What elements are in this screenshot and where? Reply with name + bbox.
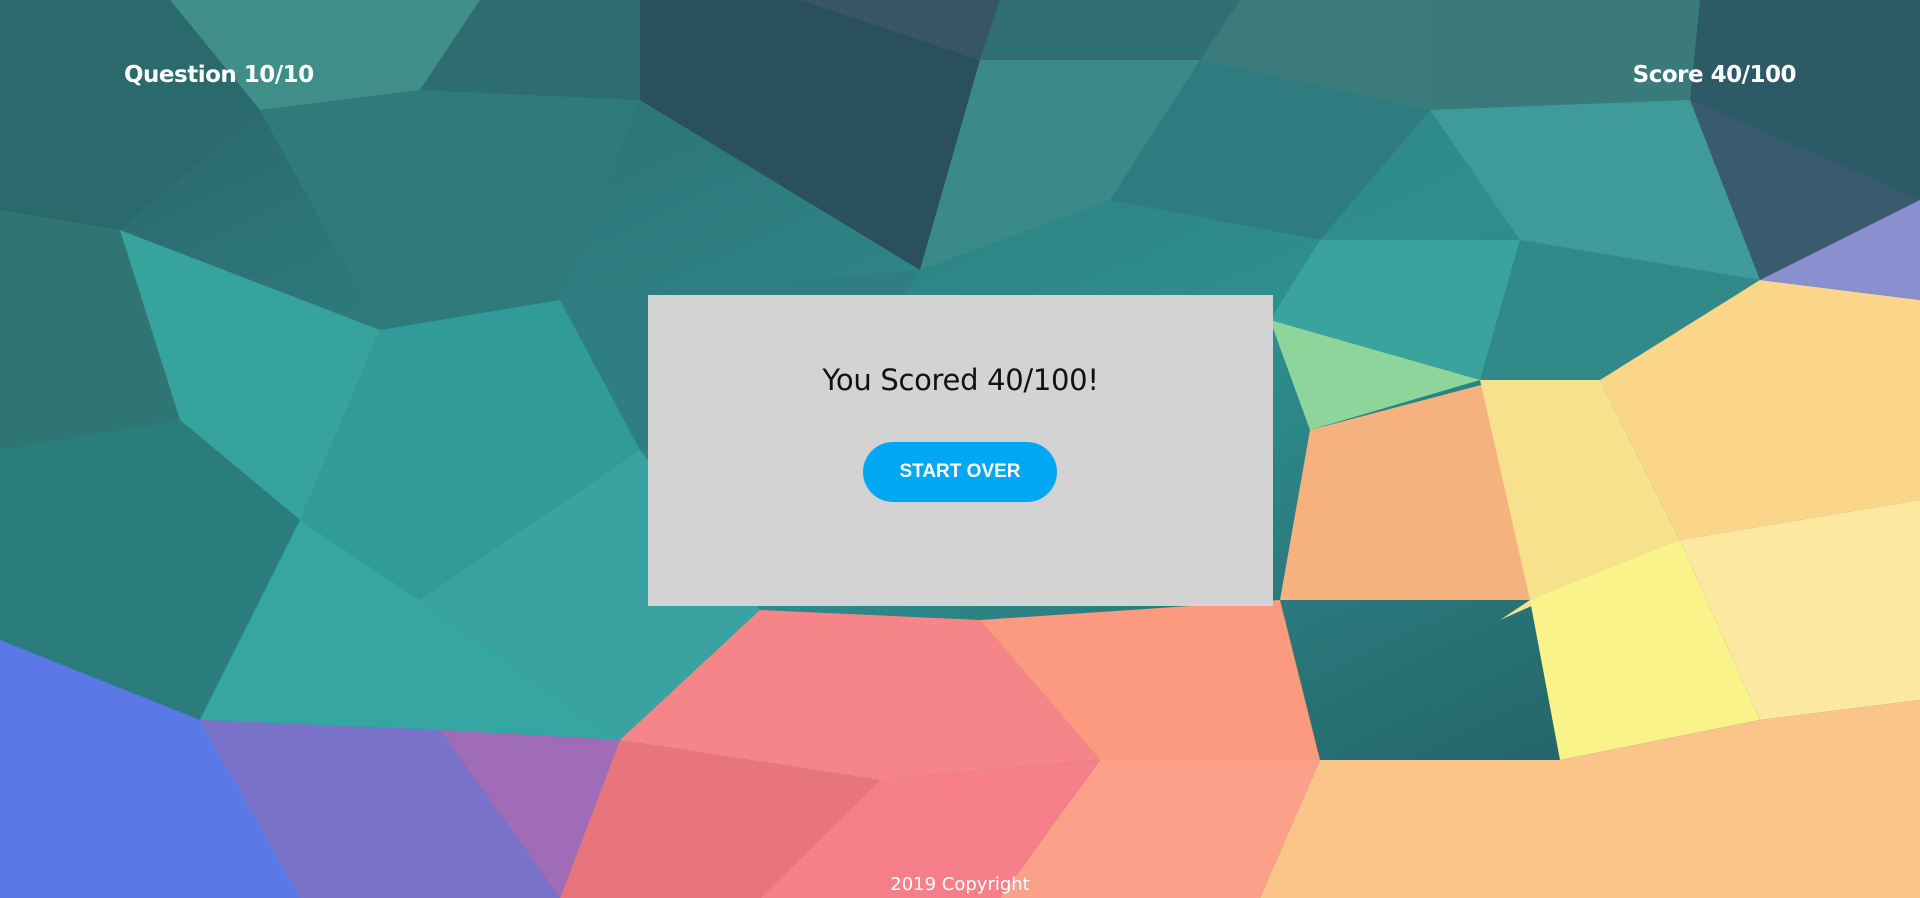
footer-copyright: 2019 Copyright xyxy=(890,874,1030,895)
score-counter: Score 40/100 xyxy=(1632,62,1797,88)
question-counter: Question 10/10 xyxy=(124,62,314,88)
final-score-message: You Scored 40/100! xyxy=(822,363,1099,397)
start-over-button[interactable]: START OVER xyxy=(863,442,1057,502)
result-card: You Scored 40/100! START OVER xyxy=(648,295,1273,606)
